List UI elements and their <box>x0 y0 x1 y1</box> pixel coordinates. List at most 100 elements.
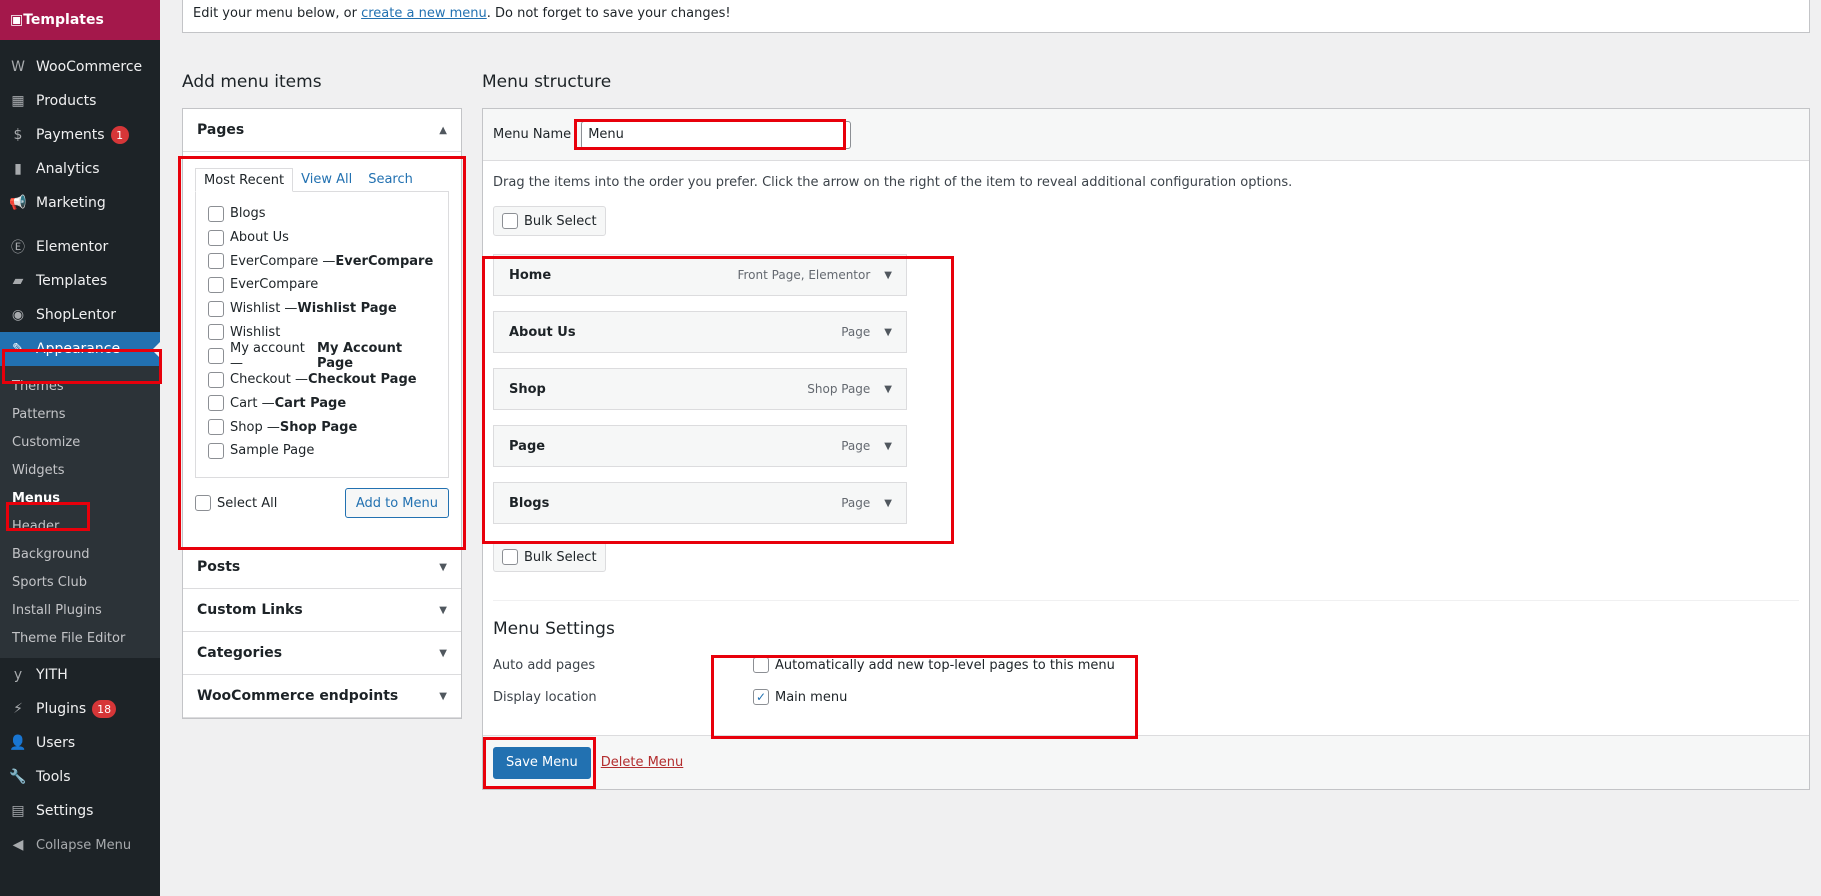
display-location-row: Display location ✓ Main menu <box>493 681 1799 713</box>
page-checkbox-item[interactable]: Cart — Cart Page <box>208 392 436 416</box>
page-label: About Us <box>230 230 289 246</box>
page-checkbox-item[interactable]: Wishlist — Wishlist Page <box>208 297 436 321</box>
menu-name-label: Menu Name <box>493 127 572 142</box>
main-menu-checkbox[interactable]: ✓ Main menu <box>753 689 847 705</box>
notice-text-before: Edit your menu below, or <box>193 6 362 21</box>
dollar-icon: $ <box>13 127 23 143</box>
menu-item-type: Shop Page <box>807 382 871 396</box>
sidebar-item-plugins[interactable]: ⚡ Plugins 18 <box>0 692 160 726</box>
submenu-item-widgets[interactable]: Widgets <box>0 456 160 484</box>
sidebar-item-products[interactable]: ▦ Products <box>0 84 160 118</box>
submenu-item-sports-club[interactable]: Sports Club <box>0 568 160 596</box>
expand-arrow-icon[interactable]: ▼ <box>884 498 892 509</box>
menu-item-shop[interactable]: Shop Shop Page ▼ <box>493 368 907 410</box>
page-label: EverCompare — <box>230 253 336 269</box>
menu-item-blogs[interactable]: Blogs Page ▼ <box>493 482 907 524</box>
page-state-label: Checkout Page <box>307 372 417 388</box>
page-checkbox-item[interactable]: EverCompare <box>208 273 436 297</box>
pages-section-header[interactable]: Pages ▲ <box>183 109 461 152</box>
menu-name-input[interactable] <box>581 120 852 149</box>
submenu-item-menus[interactable]: Menus <box>0 484 160 512</box>
page-checkbox-item[interactable]: Blogs <box>208 202 436 226</box>
sidebar-item-analytics[interactable]: ▮ Analytics <box>0 152 160 186</box>
sidebar-item-label: Appearance <box>36 341 121 357</box>
sidebar-item-templates-top[interactable]: ▣ Templates <box>0 0 160 40</box>
submenu-item-customize[interactable]: Customize <box>0 428 160 456</box>
save-menu-button[interactable]: Save Menu <box>493 746 591 779</box>
page-checkbox-item[interactable]: Sample Page <box>208 439 436 463</box>
sidebar-item-appearance[interactable]: ✎ Appearance <box>0 332 160 366</box>
wrench-icon: 🔧 <box>9 769 27 785</box>
section-title: WooCommerce endpoints <box>197 688 399 704</box>
sidebar-item-payments[interactable]: $ Payments 1 <box>0 118 160 152</box>
auto-add-checkbox[interactable]: Automatically add new top-level pages to… <box>753 657 1115 673</box>
menu-structure-body: Drag the items into the order you prefer… <box>483 161 1809 727</box>
sidebar-item-label: Analytics <box>36 161 100 177</box>
tab-most-recent[interactable]: Most Recent <box>195 168 294 192</box>
menu-item-meta: Page ▼ <box>841 439 892 453</box>
page-checkbox-item[interactable]: EverCompare — EverCompare <box>208 249 436 273</box>
select-all-checkbox[interactable]: Select All <box>195 495 277 511</box>
checkbox-box <box>753 657 769 673</box>
checkbox-box <box>208 276 224 293</box>
checkbox-box <box>502 213 518 229</box>
page-label: My account — <box>230 340 305 371</box>
bulk-select-label: Bulk Select <box>524 213 597 229</box>
admin-sidebar: ▣ Templates W WooCommerce ▦ Products $ Paymen… <box>0 0 160 896</box>
submenu-item-header[interactable]: Header <box>0 512 160 540</box>
sidebar-item-settings[interactable]: ▤ Settings <box>0 794 160 828</box>
tab-view-all[interactable]: View All <box>293 168 360 192</box>
menu-item-page[interactable]: Page Page ▼ <box>493 425 907 467</box>
expand-arrow-icon[interactable]: ▼ <box>884 270 892 281</box>
submenu-item-themes[interactable]: Themes <box>0 372 160 400</box>
auto-add-row: Auto add pages Automatically add new top… <box>493 649 1799 681</box>
menu-item-home[interactable]: Home Front Page, Elementor ▼ <box>493 254 907 296</box>
submenu-item-install-plugins[interactable]: Install Plugins <box>0 596 160 624</box>
submenu-item-theme-file-editor[interactable]: Theme File Editor <box>0 624 160 652</box>
menu-items-list: Home Front Page, Elementor ▼ About Us Page ▼ S… <box>493 254 1799 524</box>
sidebar-item-label: Elementor <box>36 239 109 255</box>
expand-arrow-icon[interactable]: ▼ <box>884 384 892 395</box>
submenu-item-background[interactable]: Background <box>0 540 160 568</box>
checkbox-box <box>195 495 211 511</box>
sidebar-item-templates[interactable]: ▰ Templates <box>0 264 160 298</box>
sidebar-item-label: Marketing <box>36 195 106 211</box>
sidebar-item-yith[interactable]: y YITH <box>0 658 160 692</box>
sidebar-item-users[interactable]: 👤 Users <box>0 726 160 760</box>
menu-item-about-us[interactable]: About Us Page ▼ <box>493 311 907 353</box>
main-menu-text: Main menu <box>775 689 848 705</box>
archive-icon: ▦ <box>11 93 25 109</box>
submenu-item-patterns[interactable]: Patterns <box>0 400 160 428</box>
count-badge: 1 <box>110 126 129 144</box>
menu-item-title: Home <box>509 267 552 283</box>
sidebar-item-tools[interactable]: 🔧 Tools <box>0 760 160 794</box>
page-checkbox-item[interactable]: Shop — Shop Page <box>208 415 436 439</box>
bulk-select-top[interactable]: Bulk Select <box>493 206 606 236</box>
section-header-custom-links[interactable]: Custom Links ▼ <box>183 589 461 632</box>
page-checkbox-item[interactable]: About Us <box>208 226 436 250</box>
sidebar-item-elementor[interactable]: Ⓔ Elementor <box>0 230 160 264</box>
expand-arrow-icon[interactable]: ▼ <box>884 441 892 452</box>
bulk-select-bottom[interactable]: Bulk Select <box>493 542 606 572</box>
menu-footer: Save Menu Delete Menu <box>483 735 1809 789</box>
add-to-menu-button[interactable]: Add to Menu <box>344 488 449 518</box>
expand-arrow-icon[interactable]: ▼ <box>884 327 892 338</box>
sidebar-item-marketing[interactable]: 📢 Marketing <box>0 186 160 220</box>
tab-search[interactable]: Search <box>360 168 421 192</box>
create-new-menu-link[interactable]: create a new menu <box>361 6 487 21</box>
delete-menu-link[interactable]: Delete Menu <box>601 755 684 770</box>
sidebar-item-shoplentor[interactable]: ◉ ShopLentor <box>0 298 160 332</box>
collapse-menu-button[interactable]: ◀ Collapse Menu <box>0 828 160 862</box>
section-title: Categories <box>197 645 283 661</box>
user-icon: 👤 <box>9 735 27 751</box>
section-header-posts[interactable]: Posts ▼ <box>183 546 461 589</box>
section-header-woocommerce-endpoints[interactable]: WooCommerce endpoints ▼ <box>183 675 461 718</box>
bulk-select-label: Bulk Select <box>524 549 597 565</box>
page-checkbox-item[interactable]: Checkout — Checkout Page <box>208 368 436 392</box>
page-checkbox-item[interactable]: My account — My Account Page <box>208 340 436 371</box>
section-header-categories[interactable]: Categories ▼ <box>183 632 461 675</box>
bar-chart-icon: ▮ <box>14 161 22 177</box>
menu-item-meta: Page ▼ <box>841 496 892 510</box>
sidebar-item-woocommerce[interactable]: W WooCommerce <box>0 50 160 84</box>
page-state-label: EverCompare <box>335 253 434 269</box>
